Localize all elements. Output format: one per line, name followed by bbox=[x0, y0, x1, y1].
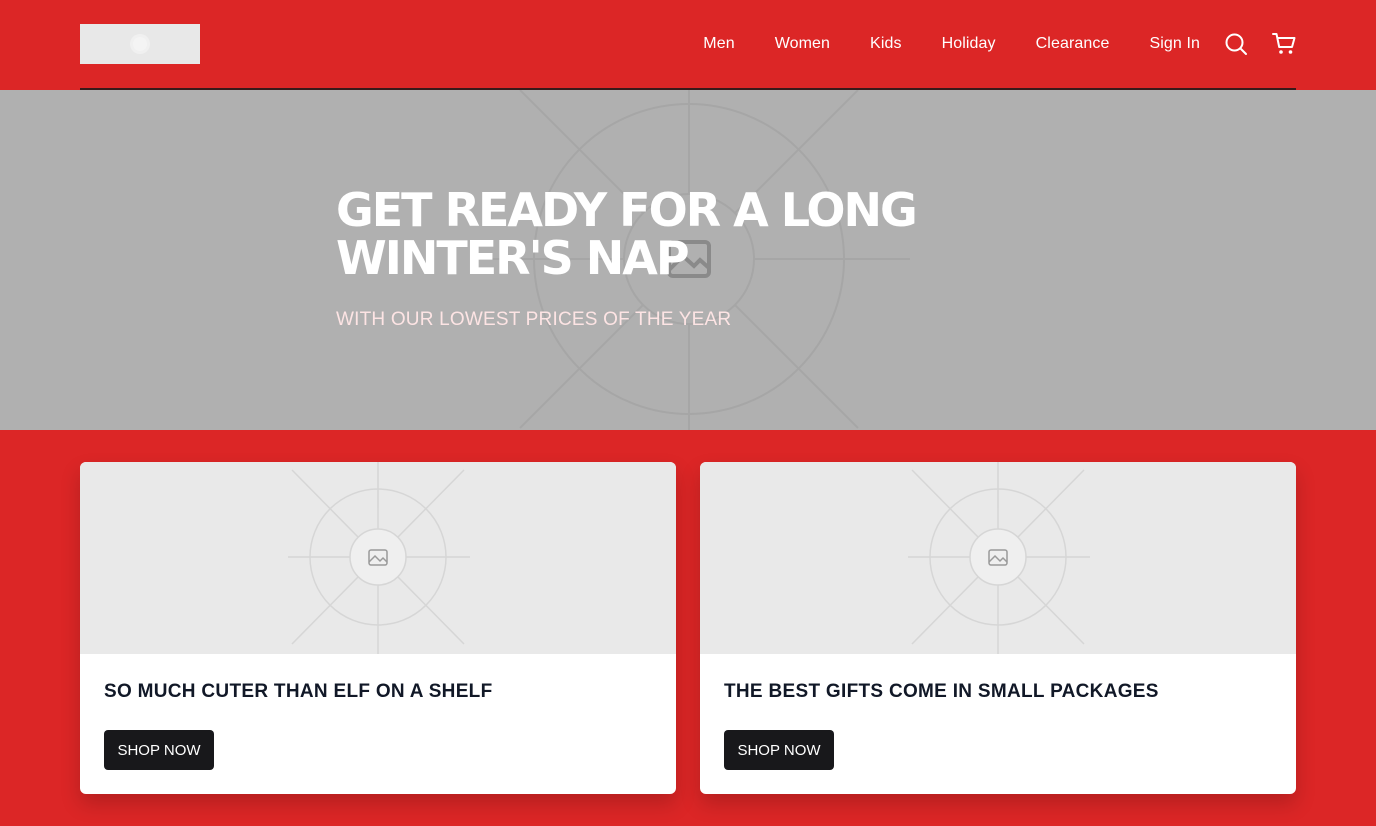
logo[interactable] bbox=[80, 24, 200, 64]
card-title: SO MUCH CUTER THAN ELF ON A SHELF bbox=[104, 681, 493, 702]
card-image-placeholder bbox=[80, 462, 676, 654]
nav-link-sign-in[interactable]: Sign In bbox=[1149, 35, 1200, 53]
nav-link-kids[interactable]: Kids bbox=[870, 35, 902, 53]
nav-link-clearance[interactable]: Clearance bbox=[1036, 35, 1110, 53]
hero-subtitle: WITH OUR LOWEST PRICES OF THE YEAR bbox=[336, 309, 732, 330]
nav-link-holiday[interactable]: Holiday bbox=[942, 35, 996, 53]
image-placeholder-icon bbox=[908, 462, 1090, 654]
card-image-placeholder bbox=[700, 462, 1296, 654]
hero-title: GET READY FOR A LONG WINTER'S NAP bbox=[336, 183, 918, 285]
shop-now-button[interactable]: SHOP NOW bbox=[724, 730, 834, 770]
promo-card: THE BEST GIFTS COME IN SMALL PACKAGES SH… bbox=[700, 462, 1296, 794]
hero-banner: GET READY FOR A LONG WINTER'S NAP WITH O… bbox=[0, 90, 1376, 430]
cart-button[interactable] bbox=[1272, 32, 1296, 56]
search-button[interactable] bbox=[1224, 32, 1248, 56]
shop-now-button[interactable]: SHOP NOW bbox=[104, 730, 214, 770]
search-icon bbox=[1225, 33, 1247, 55]
cart-icon bbox=[1272, 33, 1296, 54]
nav-link-men[interactable]: Men bbox=[703, 35, 734, 53]
promo-card: SO MUCH CUTER THAN ELF ON A SHELF SHOP N… bbox=[80, 462, 676, 794]
image-placeholder-icon bbox=[288, 462, 470, 654]
nav-link-women[interactable]: Women bbox=[775, 35, 830, 53]
site-header: Men Women Kids Holiday Clearance Sign In bbox=[0, 0, 1376, 90]
logo-placeholder-icon bbox=[133, 37, 147, 51]
main-nav: Men Women Kids Holiday Clearance Sign In bbox=[703, 0, 1200, 88]
card-title: THE BEST GIFTS COME IN SMALL PACKAGES bbox=[724, 681, 1159, 702]
